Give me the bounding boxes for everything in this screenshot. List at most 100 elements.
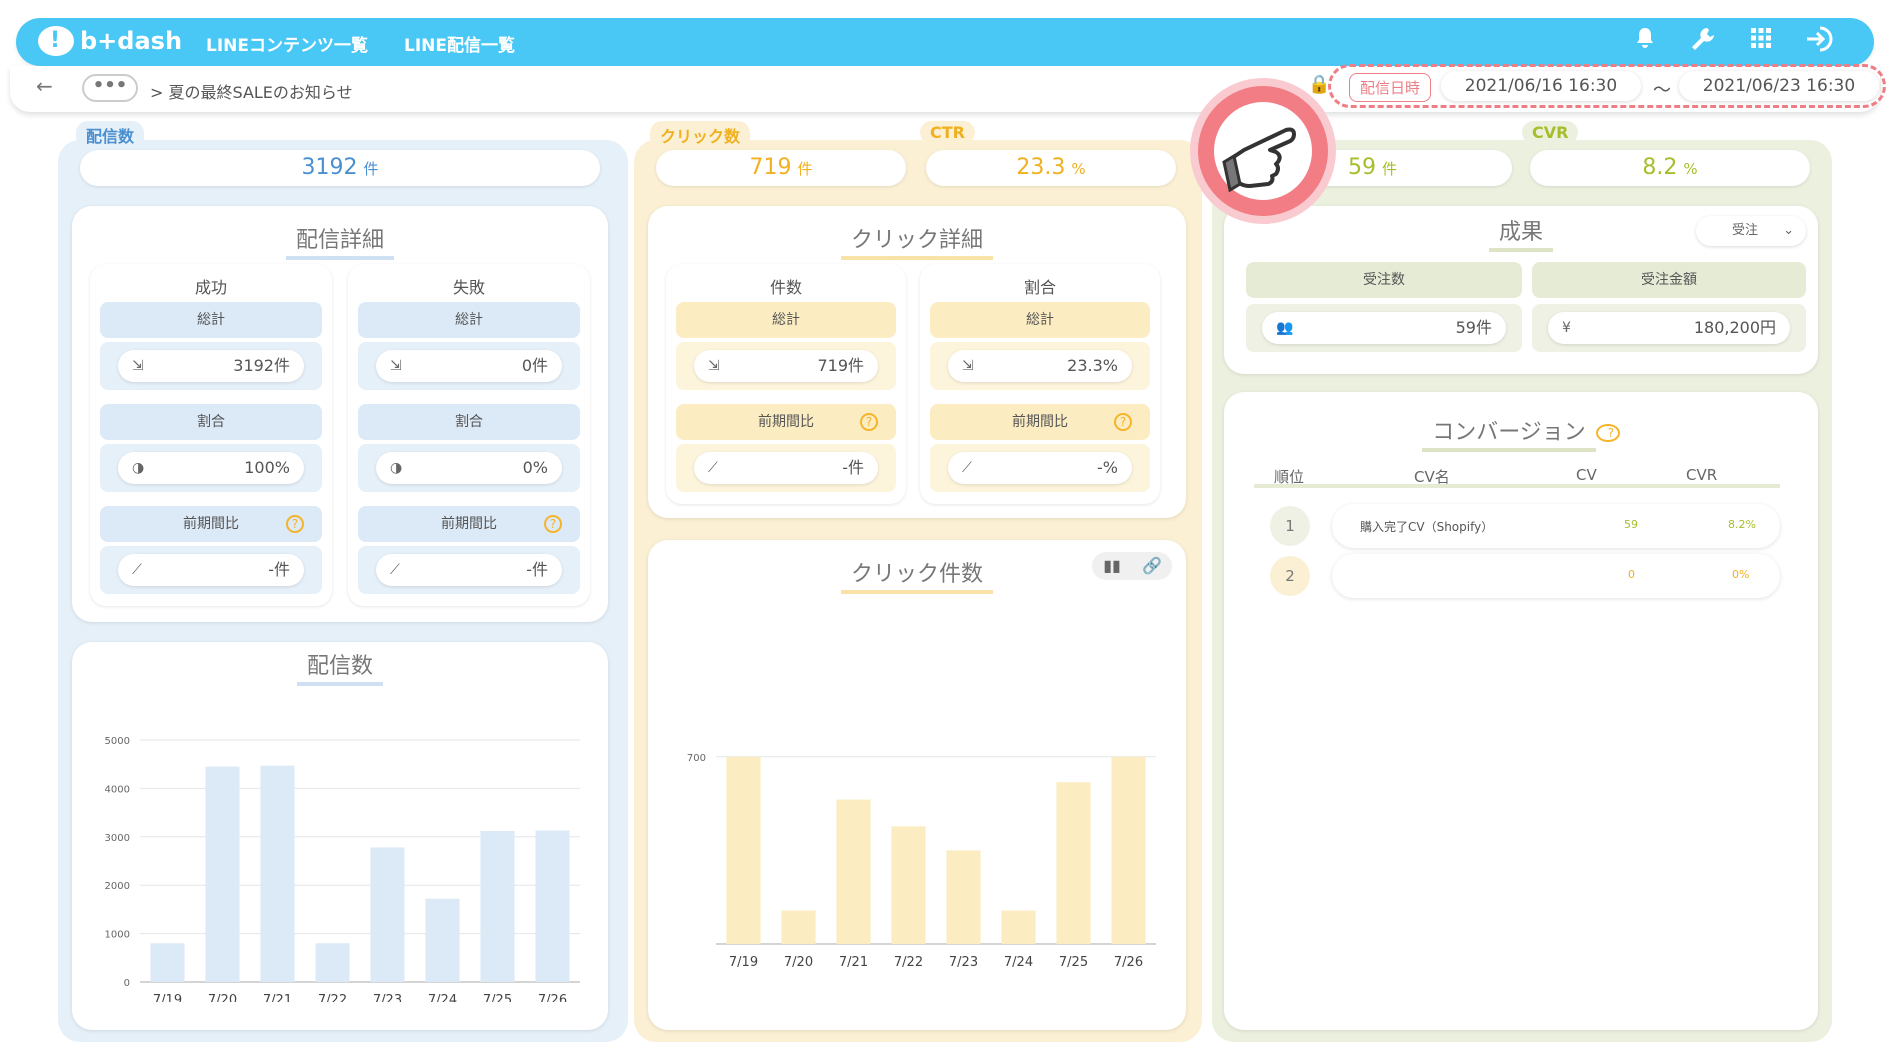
- click-count-head: 件数: [769, 278, 802, 297]
- grid-icon[interactable]: [1746, 26, 1776, 59]
- x-tick-label: 7/21: [263, 993, 292, 1002]
- orders-label: 受注数: [1246, 262, 1522, 298]
- click-total-row: ⇲ 719件: [676, 342, 896, 390]
- ratio-total-label: 総計: [930, 302, 1150, 338]
- success-ratio-row: ◑ 100%: [100, 444, 322, 492]
- fail-prev-label: 前期間比?: [358, 506, 580, 542]
- cv-count-unit: 件: [1382, 160, 1398, 178]
- b-dash-logo[interactable]: b+dash: [38, 26, 182, 56]
- y-tick-label: 5000: [105, 736, 130, 747]
- click-bar-chart: 700 7/19 7/20 7/21 7/22 7/23 7/24 7/25 7/26: [687, 753, 1156, 970]
- x-tick-label: 7/19: [153, 993, 182, 1002]
- y-tick-label: 1000: [105, 930, 130, 941]
- nav-line-contents[interactable]: LINEコンテンツ一覧: [206, 31, 368, 56]
- success-ratio-label: 割合: [100, 404, 322, 440]
- logo-bubble-icon: [38, 26, 74, 56]
- ratio-total-row: ⇲ 23.3%: [930, 342, 1150, 390]
- conversion-row[interactable]: 0 0%: [1332, 554, 1780, 598]
- line-chart-icon: ⟋: [132, 562, 142, 578]
- bar: [535, 830, 570, 982]
- ctr-value: 23.3: [1016, 155, 1066, 180]
- cvr-tag: CVR: [1522, 121, 1579, 144]
- help-icon[interactable]: ?: [286, 515, 304, 533]
- delivery-count-tag: 配信数: [76, 121, 145, 149]
- bar: [781, 910, 816, 944]
- success-head: 成功: [194, 278, 227, 297]
- date-start[interactable]: 2021/06/16 16:30: [1441, 71, 1641, 101]
- click-ratio-panel: 割合 総計 ⇲ 23.3% 前期間比? ⟋ -%: [920, 264, 1160, 504]
- click-ratio-head: 割合: [1023, 278, 1056, 297]
- click-prev-label: 前期間比?: [676, 404, 896, 440]
- delivery-count-value: 3192: [301, 155, 358, 180]
- success-prev-label: 前期間比?: [100, 506, 322, 542]
- click-detail-card: クリック詳細 件数 総計 ⇲ 719件 前期間比? ⟋ -件 割合 総計 ⇲ 23.3…: [648, 206, 1186, 518]
- bar: [1056, 782, 1091, 944]
- help-icon[interactable]: ?: [544, 515, 562, 533]
- conversion-row[interactable]: 購入完了CV（Shopify） 59 8.2%: [1332, 504, 1780, 548]
- result-type-select[interactable]: 受注 ⌄: [1696, 216, 1806, 246]
- delivery-detail-title: 配信詳細: [72, 222, 608, 260]
- click-count-panel: 件数 総計 ⇲ 719件 前期間比? ⟋ -件: [666, 264, 906, 504]
- nav-line-deliveries[interactable]: LINE配信一覧: [404, 31, 515, 56]
- wrench-icon[interactable]: [1688, 26, 1718, 59]
- users-icon: 👥: [1276, 320, 1294, 336]
- bar: [891, 826, 926, 944]
- bar: [150, 943, 185, 982]
- click-count-unit: 件: [797, 160, 813, 178]
- link-icon[interactable]: 🔗: [1132, 552, 1172, 580]
- conversion-table-header: 順位 CV名 CV CVR: [1254, 466, 1780, 488]
- success-total-label: 総計: [100, 302, 322, 338]
- rank-badge: 2: [1270, 556, 1310, 596]
- bar: [1001, 910, 1036, 944]
- x-tick-label: 7/20: [784, 955, 813, 970]
- x-tick-label: 7/26: [538, 993, 567, 1002]
- y-tick-label: 3000: [105, 833, 130, 844]
- delivery-bar-chart: 0 1000 2000 3000 4000 5000 7/19 7/20 7/21 7/22 7/2…: [105, 736, 580, 1002]
- x-tick-label: 7/19: [729, 955, 758, 970]
- click-prev-row: ⟋ -件: [676, 444, 896, 492]
- help-icon[interactable]: ?: [1114, 413, 1132, 431]
- ctr-unit: %: [1071, 160, 1086, 178]
- pie-icon: ◑: [390, 460, 403, 476]
- bar: [946, 850, 981, 944]
- main-nav: LINEコンテンツ一覧 LINE配信一覧: [206, 31, 515, 56]
- line-chart-icon: ⟋: [708, 460, 718, 476]
- fail-total-row: ⇲ 0件: [358, 342, 580, 390]
- fail-total-label: 総計: [358, 302, 580, 338]
- cvr-kpi: 8.2%: [1530, 150, 1810, 186]
- help-icon[interactable]: ?: [860, 413, 878, 431]
- y-tick-label: 700: [687, 753, 706, 764]
- delivery-date-range: 配信日時 2021/06/16 16:30 〜 2021/06/23 16:30: [1328, 64, 1886, 108]
- logout-icon[interactable]: [1804, 26, 1834, 59]
- bar: [260, 765, 295, 982]
- chart-mode-toggle: ▮▮ 🔗: [1092, 552, 1172, 580]
- cvr-unit: %: [1683, 160, 1698, 178]
- ctr-kpi: 23.3%: [926, 150, 1176, 186]
- help-icon[interactable]: ?: [1595, 424, 1620, 442]
- x-tick-label: 7/26: [1114, 955, 1143, 970]
- col-cv: CV: [1576, 466, 1597, 484]
- bar: [726, 756, 761, 944]
- bar: [370, 847, 405, 982]
- click-count-value: 719: [749, 155, 792, 180]
- x-tick-label: 7/22: [318, 993, 347, 1002]
- chevron-down-icon: ⌄: [1783, 223, 1794, 238]
- pie-icon: ◑: [132, 460, 145, 476]
- ratio-prev-label: 前期間比?: [930, 404, 1150, 440]
- cv-value: 59: [1624, 518, 1638, 531]
- x-tick-label: 7/25: [1059, 955, 1088, 970]
- cvr-value: 8.2%: [1728, 518, 1756, 531]
- back-arrow-icon[interactable]: ←: [36, 74, 53, 98]
- x-tick-label: 7/22: [894, 955, 923, 970]
- bar-chart-icon[interactable]: ▮▮: [1092, 552, 1132, 580]
- x-tick-label: 7/21: [839, 955, 868, 970]
- amount-row: ¥180,200円: [1532, 304, 1806, 352]
- more-button[interactable]: •••: [82, 74, 138, 102]
- cvr-value: 8.2: [1642, 155, 1678, 180]
- conversion-card: コンバージョン? 順位 CV名 CV CVR 1 購入完了CV（Shopify）…: [1224, 392, 1818, 1030]
- bell-icon[interactable]: [1630, 26, 1660, 59]
- x-tick-label: 7/23: [949, 955, 978, 970]
- top-icons: [1630, 26, 1834, 59]
- success-prev-row: ⟋ -件: [100, 546, 322, 594]
- date-end[interactable]: 2021/06/23 16:30: [1679, 71, 1879, 101]
